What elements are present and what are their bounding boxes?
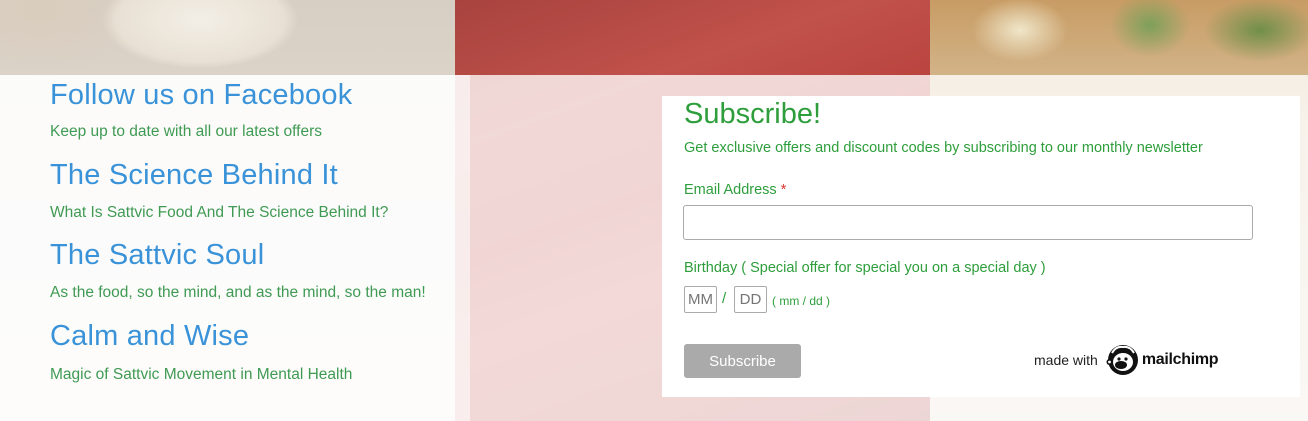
link-block-sattvic-soul: The Sattvic Soul As the food, so the min… xyxy=(50,238,470,303)
email-input[interactable] xyxy=(683,205,1253,240)
email-label: Email Address * xyxy=(684,182,786,198)
mailchimp-wordmark: mailchimp xyxy=(1141,351,1219,368)
subscribe-title: Subscribe! xyxy=(684,98,822,130)
link-subtitle-facebook: Keep up to date with all our latest offe… xyxy=(50,123,322,140)
link-subtitle-science: What Is Sattvic Food And The Science Beh… xyxy=(50,204,389,221)
subscribe-form: Subscribe! Get exclusive offers and disc… xyxy=(662,96,1300,397)
subscribe-description: Get exclusive offers and discount codes … xyxy=(684,140,1203,156)
date-format-hint: ( mm / dd ) xyxy=(772,294,831,308)
birthday-month-input[interactable] xyxy=(684,286,717,313)
link-title-calm-wise[interactable]: Calm and Wise xyxy=(50,319,470,353)
required-asterisk: * xyxy=(780,182,787,198)
email-label-text: Email Address xyxy=(684,182,777,198)
birthday-label: Birthday ( Special offer for special you… xyxy=(684,260,1046,276)
links-column: Follow us on Facebook Keep up to date wi… xyxy=(50,78,470,385)
link-block-science: The Science Behind It What Is Sattvic Fo… xyxy=(50,158,470,223)
made-with-text: made with xyxy=(1034,352,1098,368)
link-subtitle-sattvic-soul: As the food, so the mind, and as the min… xyxy=(50,284,426,301)
link-block-calm-wise: Calm and Wise Magic of Sattvic Movement … xyxy=(50,319,470,385)
link-title-science[interactable]: The Science Behind It xyxy=(50,158,470,192)
link-subtitle-calm-wise: Magic of Sattvic Movement in Mental Heal… xyxy=(50,366,353,383)
link-block-facebook: Follow us on Facebook Keep up to date wi… xyxy=(50,78,470,142)
date-separator: / xyxy=(722,290,727,307)
mailchimp-logo-icon xyxy=(1106,345,1138,375)
mailchimp-badge[interactable]: made with mailchimp xyxy=(1034,342,1219,378)
link-title-sattvic-soul[interactable]: The Sattvic Soul xyxy=(50,238,470,272)
link-title-facebook[interactable]: Follow us on Facebook xyxy=(50,78,470,112)
subscribe-button[interactable]: Subscribe xyxy=(684,344,801,378)
birthday-day-input[interactable] xyxy=(734,286,767,313)
